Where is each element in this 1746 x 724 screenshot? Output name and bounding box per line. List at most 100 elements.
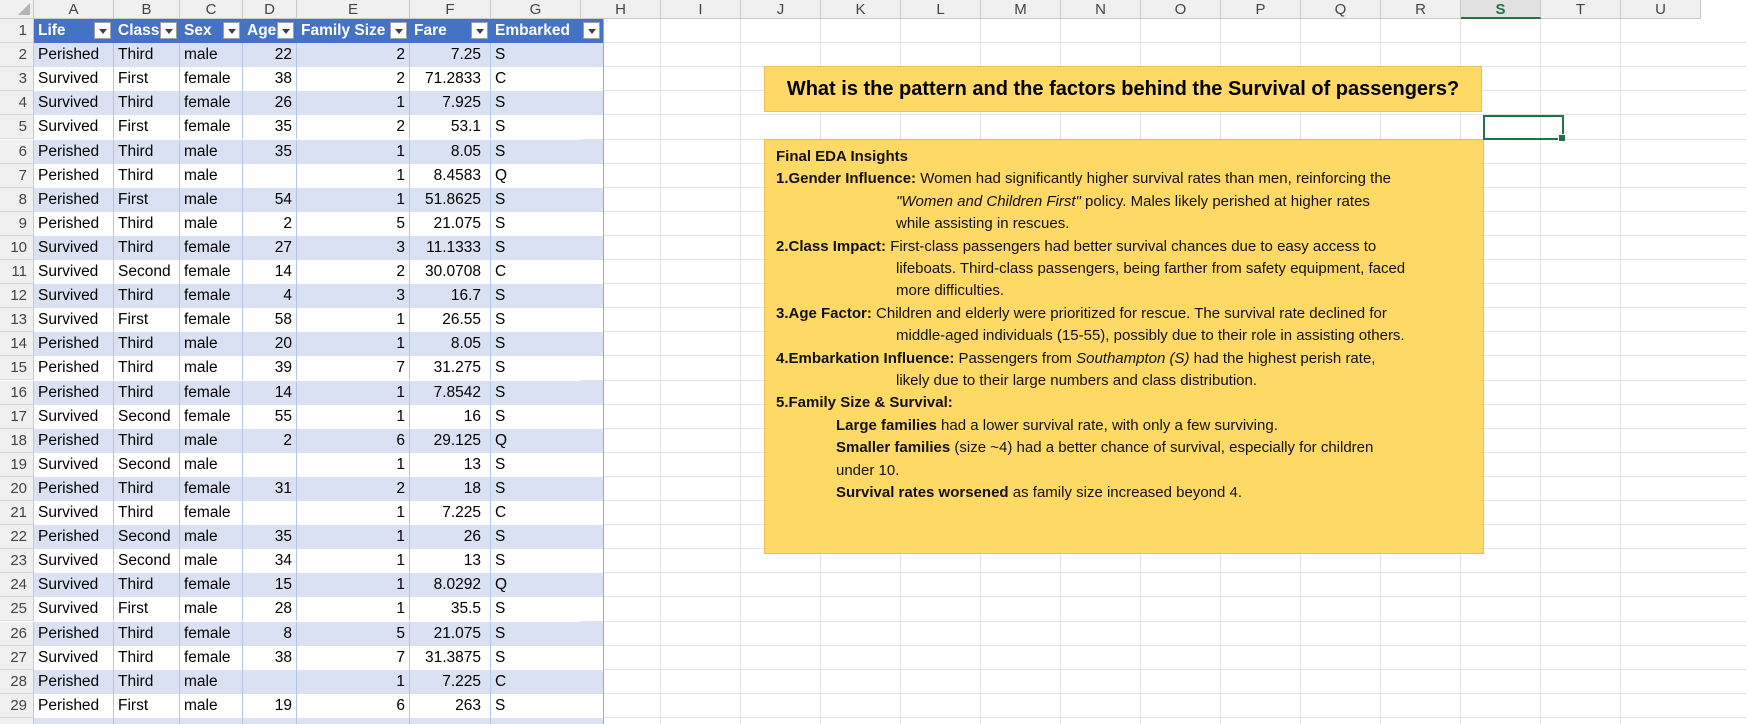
- table-cell[interactable]: 31.3875: [410, 645, 491, 670]
- table-cell[interactable]: Q: [491, 164, 603, 188]
- table-cell[interactable]: Perished: [34, 693, 114, 718]
- table-cell[interactable]: First: [114, 693, 180, 718]
- table-cell[interactable]: 26: [410, 525, 491, 550]
- table-cell[interactable]: Perished: [34, 621, 114, 646]
- table-cell[interactable]: 7.25: [410, 43, 491, 68]
- table-cell[interactable]: 14: [243, 260, 297, 285]
- row-header-24[interactable]: 24: [0, 573, 34, 598]
- table-cell[interactable]: [243, 501, 297, 526]
- table-cell[interactable]: S: [491, 140, 603, 164]
- table-cell[interactable]: S: [491, 622, 603, 646]
- table-cell[interactable]: female: [180, 645, 243, 670]
- table-cell[interactable]: S: [491, 694, 603, 718]
- table-cell[interactable]: [243, 717, 297, 724]
- table-cell[interactable]: Second: [114, 404, 180, 429]
- table-cell[interactable]: S: [491, 188, 603, 212]
- table-cell[interactable]: 13: [410, 549, 491, 574]
- row-header-5[interactable]: 5: [0, 115, 34, 140]
- row-header-10[interactable]: 10: [0, 235, 34, 260]
- table-cell[interactable]: Survived: [34, 235, 114, 260]
- column-header-G[interactable]: G: [491, 0, 581, 19]
- table-cell[interactable]: 51.8625: [410, 187, 491, 212]
- table-cell[interactable]: Survived: [34, 549, 114, 574]
- column-header-D[interactable]: D: [243, 0, 297, 19]
- column-header-C[interactable]: C: [180, 0, 243, 19]
- table-cell[interactable]: 2: [297, 43, 410, 68]
- table-cell[interactable]: 71.2833: [410, 67, 491, 92]
- table-cell[interactable]: male: [180, 452, 243, 477]
- table-cell[interactable]: 1: [297, 380, 410, 405]
- table-cell[interactable]: Perished: [34, 356, 114, 381]
- table-cell[interactable]: 8.05: [410, 139, 491, 164]
- table-cell[interactable]: 26: [243, 91, 297, 116]
- table-cell[interactable]: 35: [243, 525, 297, 550]
- table-cell[interactable]: S: [491, 332, 603, 356]
- table-cell[interactable]: male: [180, 211, 243, 236]
- table-cell[interactable]: Perished: [34, 163, 114, 188]
- table-cell[interactable]: 2: [297, 67, 410, 92]
- filter-dropdown-button[interactable]: [471, 22, 488, 39]
- table-cell[interactable]: C: [491, 501, 603, 525]
- table-cell[interactable]: Perished: [34, 428, 114, 453]
- table-cell[interactable]: 7.225: [410, 669, 491, 694]
- table-cell[interactable]: Perished: [34, 332, 114, 357]
- table-cell[interactable]: male: [180, 43, 243, 68]
- table-cell[interactable]: Perished: [34, 187, 114, 212]
- column-header-L[interactable]: L: [901, 0, 981, 19]
- table-cell[interactable]: Second: [114, 525, 180, 550]
- table-cell[interactable]: 54: [243, 187, 297, 212]
- table-cell[interactable]: S: [491, 43, 603, 67]
- filter-dropdown-button[interactable]: [390, 22, 407, 39]
- row-header-18[interactable]: 18: [0, 428, 34, 453]
- table-cell[interactable]: Perished: [34, 669, 114, 694]
- insights-textbox[interactable]: Final EDA Insights 1.Gender Influence: W…: [764, 139, 1484, 554]
- table-cell[interactable]: S: [491, 308, 603, 332]
- column-header-M[interactable]: M: [981, 0, 1061, 19]
- table-cell[interactable]: 1: [297, 597, 410, 622]
- table-cell[interactable]: S: [491, 356, 603, 380]
- table-cell[interactable]: 34: [243, 549, 297, 574]
- row-header-19[interactable]: 19: [0, 452, 34, 477]
- column-header-A[interactable]: A: [34, 0, 114, 19]
- table-cell[interactable]: female: [180, 284, 243, 309]
- table-cell[interactable]: Third: [114, 163, 180, 188]
- table-cell[interactable]: female: [180, 573, 243, 598]
- table-cell[interactable]: female: [180, 67, 243, 92]
- table-cell[interactable]: female: [180, 476, 243, 501]
- row-header-6[interactable]: 6: [0, 139, 34, 164]
- table-cell[interactable]: 30.0708: [410, 260, 491, 285]
- table-cell[interactable]: Third: [114, 573, 180, 598]
- table-cell[interactable]: 58: [243, 308, 297, 333]
- row-header-12[interactable]: 12: [0, 284, 34, 309]
- table-cell[interactable]: [34, 717, 114, 724]
- table-cell[interactable]: S: [491, 525, 603, 549]
- table-cell[interactable]: 7.8542: [410, 380, 491, 405]
- row-header-16[interactable]: 16: [0, 380, 34, 405]
- table-cell[interactable]: 11.1333: [410, 235, 491, 260]
- table-cell[interactable]: 1: [297, 139, 410, 164]
- table-cell[interactable]: S: [491, 91, 603, 115]
- column-header-O[interactable]: O: [1141, 0, 1221, 19]
- table-cell[interactable]: 15: [243, 573, 297, 598]
- table-cell[interactable]: Survived: [34, 597, 114, 622]
- table-cell[interactable]: 16.7: [410, 284, 491, 309]
- column-header-K[interactable]: K: [821, 0, 901, 19]
- row-header-7[interactable]: 7: [0, 163, 34, 188]
- column-header-U[interactable]: U: [1621, 0, 1701, 19]
- table-cell[interactable]: 1: [297, 308, 410, 333]
- table-cell[interactable]: Survived: [34, 308, 114, 333]
- table-cell[interactable]: 21.075: [410, 621, 491, 646]
- table-cell[interactable]: 55: [243, 404, 297, 429]
- filter-dropdown-button[interactable]: [94, 22, 111, 39]
- table-cell[interactable]: Third: [114, 284, 180, 309]
- table-cell[interactable]: 6: [297, 428, 410, 453]
- table-cell[interactable]: Perished: [34, 43, 114, 68]
- table-cell[interactable]: Survived: [34, 645, 114, 670]
- table-cell[interactable]: Survived: [34, 260, 114, 285]
- table-cell[interactable]: 21.075: [410, 211, 491, 236]
- table-cell[interactable]: 39: [243, 356, 297, 381]
- table-cell[interactable]: S: [491, 477, 603, 501]
- active-cell-S5[interactable]: [1483, 115, 1566, 142]
- table-cell[interactable]: S: [491, 646, 603, 670]
- table-cell[interactable]: male: [180, 163, 243, 188]
